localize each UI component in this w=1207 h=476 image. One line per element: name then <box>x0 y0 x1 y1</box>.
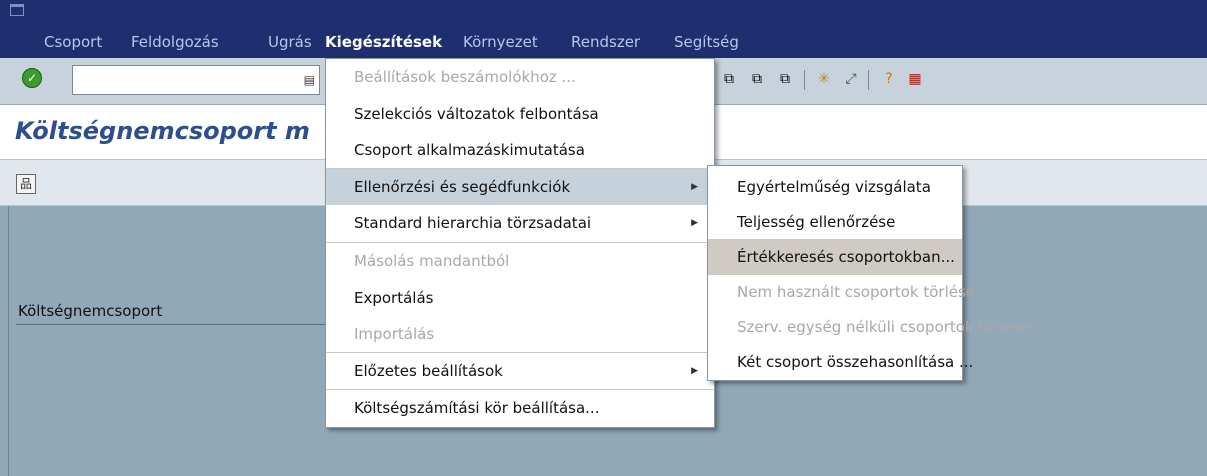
command-field[interactable]: ▤ <box>72 65 320 95</box>
submenu-item-compare-groups[interactable]: Két csoport összehasonlítása ... <box>708 344 973 380</box>
customize-icon[interactable]: ▦ <box>906 70 924 88</box>
menu-item-label: Előzetes beállítások <box>354 362 503 380</box>
submenu-item-delete-unused: Nem használt csoportok törlése <box>737 283 976 301</box>
menu-csoport[interactable]: Csoport <box>44 33 102 51</box>
cost-element-group-label: Költségnemcsoport <box>18 302 163 320</box>
help-icon[interactable]: ? <box>880 70 898 88</box>
page-title: Költségnemcsoport m <box>15 117 310 145</box>
menu-item-group-usage[interactable]: Csoport alkalmazáskimutatása <box>326 132 714 168</box>
menu-item-copy-from-client: Másolás mandantból <box>354 252 510 270</box>
submenu-item-completeness-check[interactable]: Teljesség ellenőrzése <box>708 204 962 240</box>
menu-item-label: Standard hierarchia törzsadatai <box>354 214 592 232</box>
menu-feldolgozas[interactable]: Feldolgozás <box>131 33 219 51</box>
menu-item-label: Ellenőrzési és segédfunkciók <box>354 178 571 196</box>
system-menu-icon[interactable] <box>10 4 24 16</box>
command-input[interactable] <box>73 66 319 94</box>
toolbar-icon-b[interactable]: ⧉ <box>748 70 766 88</box>
command-history-icon[interactable]: ▤ <box>304 73 315 87</box>
toolbar-icon-a[interactable]: ⧉ <box>720 70 738 88</box>
menu-item-report-settings: Beállítások beszámolókhoz ... <box>354 68 576 86</box>
submenu-arrow-icon: ▶ <box>691 366 698 376</box>
submenu-item-delete-no-org-unit: Szerv. egység nélküli csoportok törlése <box>737 318 1031 336</box>
menu-item-import: Importálás <box>354 325 435 343</box>
menu-bar: Csoport Feldolgozás Ugrás Kiegészítések … <box>0 0 1207 58</box>
submenu-arrow-icon: ▶ <box>691 218 698 228</box>
toolbar-separator <box>804 70 805 90</box>
menu-item-preliminary-settings[interactable]: Előzetes beállítások ▶ <box>326 353 714 389</box>
menu-item-costing-settings[interactable]: Költségszámítási kör beállítása... <box>326 390 714 426</box>
field-underline <box>16 324 328 325</box>
submenu-arrow-icon: ▶ <box>691 182 698 192</box>
extras-dropdown-menu: Beállítások beszámolókhoz ... Szelekciós… <box>325 58 715 428</box>
submenu-item-value-search[interactable]: Értékkeresés csoportokban... <box>708 239 962 275</box>
shortcut-icon[interactable]: ⤢ <box>842 70 860 88</box>
hierarchy-icon[interactable]: 品 <box>16 174 36 194</box>
ok-check-icon[interactable]: ✓ <box>22 68 42 88</box>
toolbar-separator <box>868 70 869 90</box>
menu-kiegeszitesek[interactable]: Kiegészítések <box>325 33 442 51</box>
menu-item-check-functions[interactable]: Ellenőrzési és segédfunkciók ▶ <box>326 169 714 205</box>
new-session-icon[interactable]: ✳ <box>815 70 833 88</box>
menu-item-standard-hierarchy[interactable]: Standard hierarchia törzsadatai ▶ <box>326 205 714 241</box>
menu-rendszer[interactable]: Rendszer <box>571 33 640 51</box>
menu-kornyezet[interactable]: Környezet <box>463 33 538 51</box>
menu-ugras[interactable]: Ugrás <box>268 33 312 51</box>
menu-item-selection-variants[interactable]: Szelekciós változatok felbontása <box>326 96 714 132</box>
toolbar-icon-c[interactable]: ⧉ <box>776 70 794 88</box>
menu-item-export[interactable]: Exportálás <box>326 280 714 316</box>
check-functions-submenu: Egyértelműség vizsgálata Teljesség ellen… <box>707 165 1031 381</box>
menu-segitseg[interactable]: Segítség <box>674 33 739 51</box>
submenu-item-uniqueness-check[interactable]: Egyértelműség vizsgálata <box>708 169 962 205</box>
